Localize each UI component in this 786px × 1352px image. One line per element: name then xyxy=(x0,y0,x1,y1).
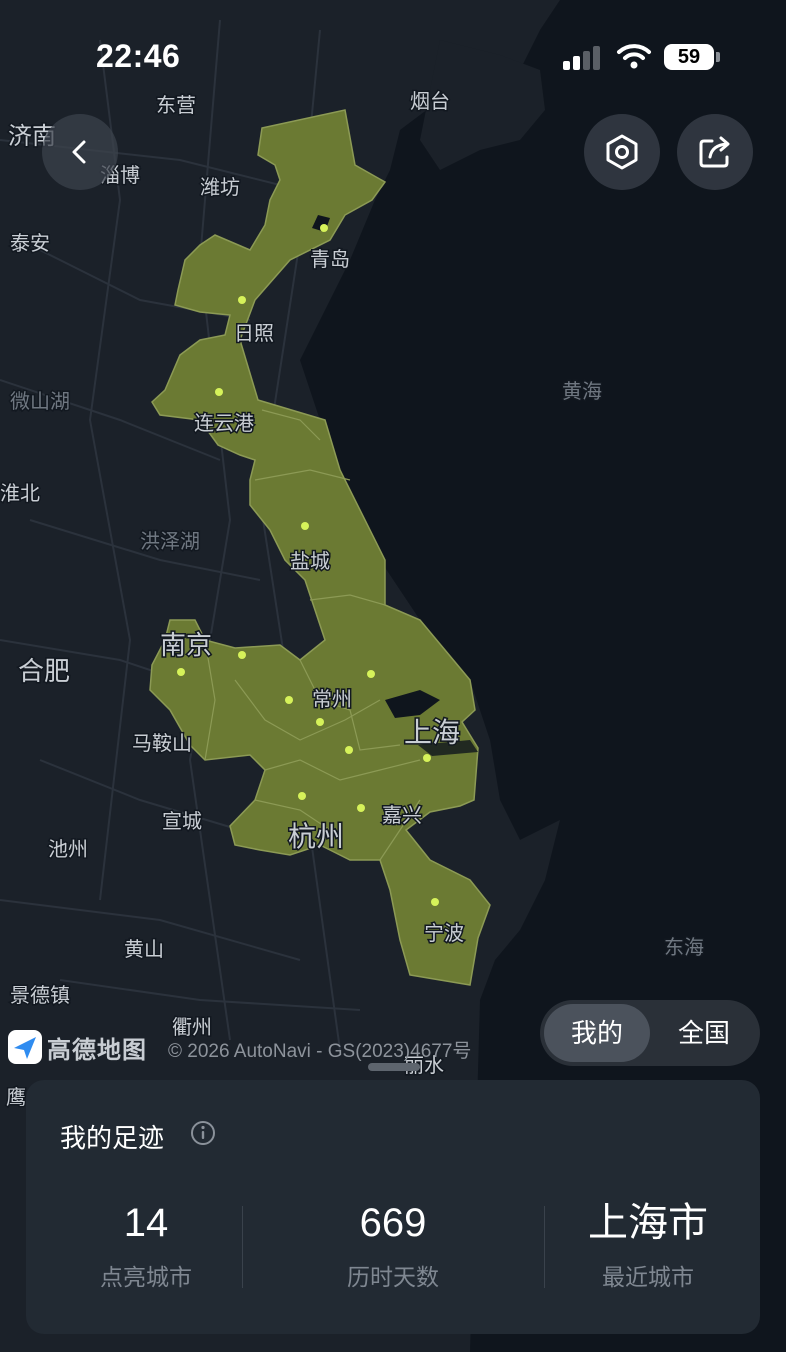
map-label: 马鞍山 xyxy=(132,732,192,755)
panel-title: 我的足迹 xyxy=(60,1123,165,1153)
map-label: 宣城 xyxy=(162,810,202,833)
stat-lit-cities: 14 点亮城市 xyxy=(26,1198,266,1292)
map-label: 宁波 xyxy=(424,922,464,945)
map-label: 南京 xyxy=(160,630,212,660)
map-label: 盐城 xyxy=(290,550,330,573)
share-button[interactable] xyxy=(677,114,753,190)
map-label: 东海 xyxy=(664,936,704,959)
stat-label: 最近城市 xyxy=(602,1264,694,1290)
view-toggle: 我的 全国 xyxy=(540,1000,760,1066)
status-bar: 22:46 59 xyxy=(0,0,786,110)
map-label: 泰安 xyxy=(10,232,50,255)
map-label: 池州 xyxy=(48,838,88,861)
settings-hexagon-icon xyxy=(606,134,638,170)
map-label: 黄海 xyxy=(562,380,602,403)
map-label: 微山湖 xyxy=(10,390,70,413)
back-icon xyxy=(72,140,86,164)
toggle-mine[interactable]: 我的 xyxy=(544,1004,650,1062)
map-label: 常州 xyxy=(312,688,352,711)
map-provider-logo-text: 高德地图 xyxy=(47,1037,147,1064)
back-button[interactable] xyxy=(42,114,118,190)
map-label: 淮北 xyxy=(0,482,40,505)
battery-level: 59 xyxy=(664,44,714,70)
stat-days: 669 历时天数 xyxy=(273,1198,513,1292)
footprint-panel: 我的足迹 14 点亮城市 669 历时天数 上海市 最近城市 xyxy=(26,1080,760,1334)
settings-button[interactable] xyxy=(584,114,660,190)
battery-icon: 59 xyxy=(664,44,720,70)
toggle-national[interactable]: 全国 xyxy=(652,1004,756,1062)
map-label: 景德镇 xyxy=(10,984,70,1007)
share-icon xyxy=(699,136,730,168)
sheet-drag-handle[interactable] xyxy=(368,1063,420,1071)
map-label: 潍坊 xyxy=(200,176,240,199)
map-label: 洪泽湖 xyxy=(140,530,200,553)
map-label: 合肥 xyxy=(18,656,70,686)
stat-label: 点亮城市 xyxy=(100,1264,192,1290)
wifi-icon xyxy=(617,44,651,69)
info-icon[interactable] xyxy=(190,1120,216,1146)
map-label: 黄山 xyxy=(124,938,164,961)
status-time: 22:46 xyxy=(96,38,181,74)
stat-value: 669 xyxy=(359,1201,427,1245)
map-copyright: © 2026 AutoNavi - GS(2023)4677号 xyxy=(168,1041,472,1062)
map-label: 青岛 xyxy=(310,248,350,271)
map-label: 嘉兴 xyxy=(382,804,422,827)
map-label: 鹰 xyxy=(6,1086,26,1109)
stat-label: 历时天数 xyxy=(347,1264,439,1290)
signal-icon xyxy=(563,46,600,70)
stat-recent-city: 上海市 最近城市 xyxy=(528,1198,768,1292)
map-label: 连云港 xyxy=(194,412,254,435)
stat-value: 上海市 xyxy=(588,1201,708,1245)
amap-logo-icon xyxy=(8,1030,42,1064)
map-label: 上海 xyxy=(404,717,460,748)
map-label: 杭州 xyxy=(288,821,344,852)
stat-value: 14 xyxy=(123,1201,169,1245)
divider xyxy=(242,1206,243,1288)
map-label: 日照 xyxy=(234,323,274,345)
